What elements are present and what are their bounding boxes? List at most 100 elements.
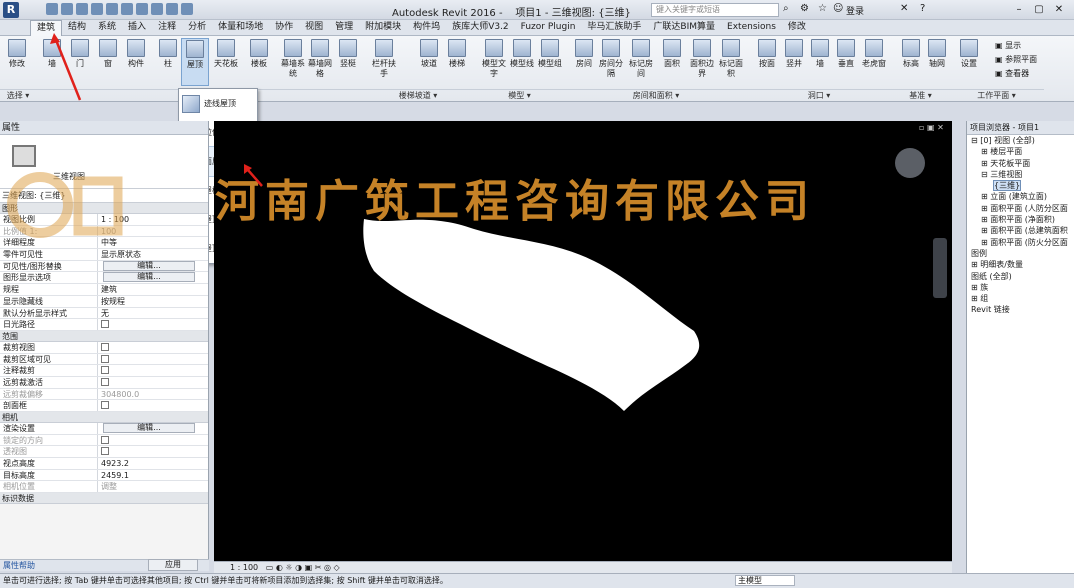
property-row[interactable]: 渲染设置 编辑... — [0, 423, 208, 435]
ribbon-button-29[interactable]: 标高 — [897, 38, 925, 86]
ribbon-panel-label[interactable]: 工作平面 ▾ — [949, 89, 1044, 101]
ribbon-button-25[interactable]: 竖井 — [780, 38, 808, 86]
property-value[interactable]: 显示原状态 — [98, 249, 208, 260]
browser-tree-item[interactable]: ⊞ 族 — [967, 282, 1074, 293]
property-value[interactable]: 编辑... — [98, 260, 208, 272]
property-value[interactable]: 编辑... — [98, 272, 208, 283]
ribbon-button-4[interactable]: 构件 — [122, 38, 150, 86]
search-icon[interactable]: ⌕ — [783, 3, 789, 14]
browser-tree-item[interactable]: ⊞ 组 — [967, 293, 1074, 304]
roof-menu-item[interactable]: 迹线屋顶 — [179, 89, 257, 118]
edit-button[interactable]: 编辑... — [103, 272, 195, 283]
property-value[interactable] — [98, 319, 208, 330]
section-icon[interactable] — [166, 3, 178, 15]
property-row[interactable]: 透视图 — [0, 446, 208, 459]
edit-button[interactable]: 编辑... — [103, 260, 195, 271]
property-checkbox[interactable] — [101, 401, 109, 410]
ribbon-button-18[interactable]: 房间 — [570, 38, 598, 86]
tab-5[interactable]: 分析 — [182, 20, 212, 36]
property-checkbox[interactable] — [101, 342, 109, 351]
browser-tree-item[interactable]: ⊞ 面积平面 (净面积) — [967, 214, 1074, 225]
ribbon-button-1[interactable]: 墙 — [38, 38, 66, 86]
property-value[interactable]: 编辑... — [98, 423, 208, 434]
tab-7[interactable]: 协作 — [269, 20, 299, 36]
tab-0[interactable]: 建筑 — [30, 20, 63, 36]
work-plane-item[interactable]: ▣ 显示 — [995, 40, 1021, 51]
property-checkbox[interactable] — [101, 377, 109, 386]
property-checkbox[interactable] — [101, 366, 109, 375]
browser-tree-item[interactable]: {三维} — [967, 180, 1074, 192]
print-icon[interactable] — [106, 3, 118, 15]
ribbon-button-21[interactable]: 面积 — [658, 38, 686, 86]
tab-15[interactable]: 广联达BIM算量 — [647, 20, 721, 36]
ribbon-panel-label[interactable]: 楼梯坡道 ▾ — [363, 89, 473, 101]
tab-14[interactable]: 毕马汇族助手 — [581, 20, 647, 36]
property-checkbox[interactable] — [101, 447, 109, 456]
property-row[interactable]: 日光路径 — [0, 319, 208, 331]
property-row[interactable]: 裁剪区域可见 — [0, 353, 208, 366]
ribbon-button-9[interactable]: 幕墙系统 — [279, 38, 307, 86]
ribbon-button-6[interactable]: 屋顶 — [181, 38, 209, 86]
ribbon-panel-label[interactable]: 模型 ▾ — [473, 89, 566, 101]
ribbon-button-30[interactable]: 轴网 — [923, 38, 951, 86]
tab-1[interactable]: 结构 — [62, 20, 92, 36]
ribbon-button-16[interactable]: 模型线 — [508, 38, 536, 86]
ribbon-button-24[interactable]: 按面 — [753, 38, 781, 86]
ribbon-panel-label[interactable]: 选择 ▾ — [0, 89, 36, 101]
viewcube-icon[interactable] — [895, 148, 925, 178]
text-icon[interactable] — [136, 3, 148, 15]
property-row[interactable]: 剖面框 — [0, 400, 208, 412]
property-row[interactable]: 裁剪视图 — [0, 341, 208, 354]
user-icon[interactable]: ☺ — [833, 3, 843, 14]
browser-tree-item[interactable]: ⊞ 面积平面 (人防分区面 — [967, 203, 1074, 214]
tab-8[interactable]: 视图 — [299, 20, 329, 36]
ribbon-button-3[interactable]: 窗 — [94, 38, 122, 86]
tab-16[interactable]: Extensions — [721, 20, 782, 36]
property-checkbox[interactable] — [101, 354, 109, 363]
browser-tree-item[interactable]: ⊞ 天花板平面 — [967, 158, 1074, 169]
ribbon-button-31[interactable]: 设置 — [955, 38, 983, 86]
tab-2[interactable]: 系统 — [92, 20, 122, 36]
property-row[interactable]: 远剪裁偏移 304800.0 — [0, 388, 208, 401]
browser-tree-item[interactable]: ⊞ 面积平面 (总建筑面积 — [967, 225, 1074, 236]
property-group[interactable]: 相机 — [0, 412, 208, 423]
save-icon[interactable] — [61, 3, 73, 15]
browser-tree-item[interactable]: ⊞ 立面 (建筑立面) — [967, 191, 1074, 202]
ribbon-button-15[interactable]: 模型文字 — [480, 38, 508, 86]
redo-icon[interactable] — [91, 3, 103, 15]
ribbon-button-7[interactable]: 天花板 — [212, 38, 240, 86]
browser-tree-item[interactable]: ⊞ 楼层平面 — [967, 146, 1074, 157]
ribbon-button-20[interactable]: 标记房间 — [627, 38, 655, 86]
property-row[interactable]: 显示隐藏线 按规程 — [0, 295, 208, 308]
property-value[interactable] — [98, 354, 208, 365]
ribbon-button-14[interactable]: 楼梯 — [443, 38, 471, 86]
property-row[interactable]: 注释裁剪 — [0, 365, 208, 377]
property-value[interactable]: 建筑 — [98, 284, 208, 295]
property-value[interactable]: 无 — [98, 308, 208, 319]
close-hidden-icon[interactable] — [181, 3, 193, 15]
property-value[interactable]: 按规程 — [98, 296, 208, 307]
favorites-icon[interactable]: ☆ — [818, 3, 827, 14]
ribbon-button-11[interactable]: 竖梃 — [334, 38, 362, 86]
property-group[interactable]: 范围 — [0, 330, 208, 342]
browser-tree-item[interactable]: 图纸 (全部) — [967, 271, 1074, 282]
edit-button[interactable]: 编辑... — [103, 423, 195, 433]
property-row[interactable]: 默认分析显示样式无 — [0, 307, 208, 320]
property-group[interactable]: 标识数据 — [0, 493, 208, 505]
property-value[interactable] — [98, 400, 208, 411]
property-row[interactable]: 视点高度 4923.2 — [0, 458, 208, 470]
property-row[interactable]: 目标高度 2459.1 — [0, 469, 208, 482]
property-value[interactable] — [98, 365, 208, 376]
browser-tree-item[interactable]: Revit 链接 — [967, 304, 1074, 315]
maximize-button[interactable]: ▢ — [1030, 2, 1048, 17]
tab-11[interactable]: 构件坞 — [407, 20, 446, 36]
property-checkbox[interactable] — [101, 435, 109, 444]
ribbon-button-19[interactable]: 房间分隔 — [597, 38, 625, 86]
work-plane-item[interactable]: ▣ 参照平面 — [995, 54, 1037, 65]
tab-9[interactable]: 管理 — [329, 20, 359, 36]
property-value[interactable]: 304800.0 — [98, 389, 208, 400]
open-icon[interactable] — [46, 3, 58, 15]
ribbon-button-22[interactable]: 面积边界 — [688, 38, 716, 86]
3d-view-icon[interactable] — [151, 3, 163, 15]
property-value[interactable]: 调整 — [98, 481, 208, 492]
